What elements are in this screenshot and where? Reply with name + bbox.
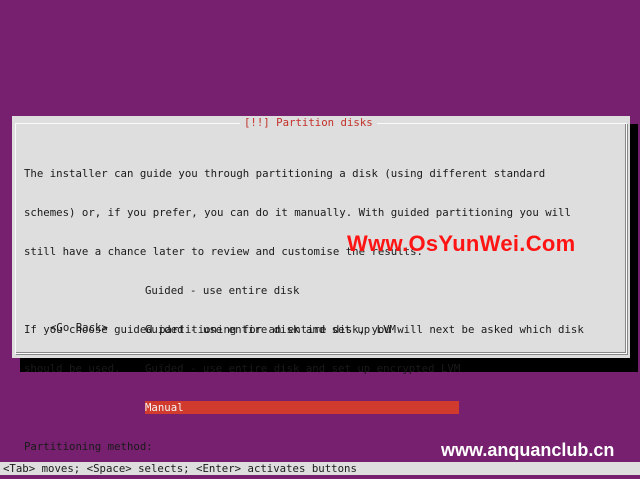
option-guided-lvm[interactable]: Guided - use entire disk and set up LVM [145, 323, 459, 336]
option-manual[interactable]: Manual [145, 401, 459, 414]
option-guided-encrypted-lvm[interactable]: Guided - use entire disk and set up encr… [145, 362, 460, 375]
intro-line-2: schemes) or, if you prefer, you can do i… [24, 206, 571, 219]
go-back-button[interactable]: <Go Back> [50, 321, 108, 334]
status-bar: <Tab> moves; <Space> selects; <Enter> ac… [0, 462, 640, 475]
option-guided-entire-disk[interactable]: Guided - use entire disk [145, 284, 459, 297]
status-bar-text: <Tab> moves; <Space> selects; <Enter> ac… [3, 462, 357, 475]
watermark-osyunwei: Www.OsYunWei.Com [347, 231, 576, 256]
watermark-anquanclub: www.anquanclub.cn [441, 440, 615, 460]
intro-line-1: The installer can guide you through part… [24, 167, 546, 180]
partitioning-method-list: Guided - use entire disk Guided - use en… [145, 258, 460, 440]
dialog-title: [!!] Partition disks [240, 116, 377, 129]
